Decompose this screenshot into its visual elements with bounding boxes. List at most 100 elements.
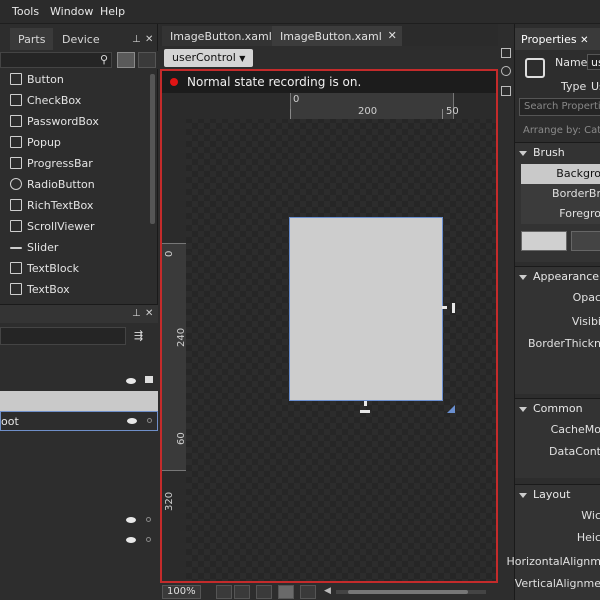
- menu-tools[interactable]: Tools: [12, 5, 39, 18]
- zoom-select[interactable]: 100%: [162, 585, 201, 599]
- asset-label: CheckBox: [27, 94, 82, 107]
- pin-icon[interactable]: ⊥: [132, 34, 141, 45]
- list-item[interactable]: ScrollViewer: [0, 216, 150, 237]
- brush-header[interactable]: Brush: [519, 146, 565, 159]
- list-item[interactable]: PasswordBox: [0, 111, 150, 132]
- list-item[interactable]: RichTextBox: [0, 195, 150, 216]
- close-icon[interactable]: ✕: [145, 34, 153, 45]
- breadcrumb[interactable]: userControl ▼: [164, 49, 254, 67]
- name-value: us: [591, 56, 600, 69]
- tab-parts[interactable]: Parts: [10, 28, 54, 50]
- grid-view-button[interactable]: [117, 52, 135, 68]
- preview-icon[interactable]: [501, 66, 511, 76]
- list-view-button[interactable]: [138, 52, 156, 68]
- ruler-label: 240: [176, 327, 187, 347]
- tab-properties[interactable]: Properties ✕: [515, 28, 600, 50]
- prop-label: HorizontalAlignm: [506, 555, 600, 568]
- sort-icon[interactable]: ⇶: [134, 329, 143, 342]
- asset-label: RichTextBox: [27, 199, 94, 212]
- anchor-handle[interactable]: [364, 401, 367, 406]
- assets-scrollbar[interactable]: [150, 74, 155, 224]
- name-field[interactable]: us: [587, 54, 600, 70]
- snap-grid-icon[interactable]: [256, 585, 272, 599]
- search-icon: ⚲: [99, 53, 108, 66]
- list-item[interactable]: Popup: [0, 132, 150, 153]
- close-icon[interactable]: ✕: [388, 29, 397, 42]
- lock-icon[interactable]: [145, 376, 153, 383]
- prop-label: Wic: [581, 509, 600, 522]
- object-label: oot: [1, 415, 19, 428]
- annotations-icon[interactable]: [300, 585, 316, 599]
- grid-icon[interactable]: [234, 585, 250, 599]
- ruler-label: 60: [176, 432, 187, 445]
- brush-row-background[interactable]: Backgro: [521, 164, 600, 184]
- layout-section: Layout Wic Heic HorizontalAlignm Vertica…: [507, 484, 600, 600]
- no-brush-button[interactable]: [521, 231, 567, 251]
- user-control-surface[interactable]: [289, 217, 443, 401]
- scrollviewer-icon: [10, 220, 22, 232]
- list-item[interactable]: Slider: [0, 237, 150, 258]
- list-item[interactable]: ProgressBar: [0, 153, 150, 174]
- brush-row-foreground[interactable]: Foregro: [521, 204, 600, 224]
- tab-imagebutton-xaml[interactable]: ImageButton.xaml ✕: [272, 26, 402, 46]
- recording-bar: Normal state recording is on.: [162, 71, 496, 93]
- anchor-handle[interactable]: [442, 306, 447, 309]
- asset-label: Button: [27, 73, 64, 86]
- resize-handle-right[interactable]: [452, 303, 455, 313]
- list-item[interactable]: TextBlock: [0, 258, 150, 279]
- layout-header[interactable]: Layout: [519, 488, 570, 501]
- horizontal-scrollbar[interactable]: [336, 590, 486, 594]
- split-view-icon[interactable]: [501, 48, 511, 58]
- properties-title: Properties: [521, 33, 577, 46]
- zoom-value: 100%: [167, 586, 196, 597]
- properties-search-input[interactable]: Search Properties: [519, 98, 600, 116]
- list-item[interactable]: TextBox: [0, 279, 150, 300]
- resize-handle-corner[interactable]: [447, 405, 455, 413]
- objects-row-selected[interactable]: [0, 391, 158, 411]
- brush-row-borderbrush[interactable]: BorderBr: [521, 184, 600, 204]
- design-canvas[interactable]: 0 200 50 0 240 60 320: [162, 93, 496, 581]
- lock-dot-icon[interactable]: [146, 517, 151, 522]
- menu-help[interactable]: Help: [100, 5, 125, 18]
- type-label: Type: [561, 80, 587, 93]
- lock-dot-icon[interactable]: [147, 418, 152, 423]
- chevron-down-icon[interactable]: [216, 585, 232, 599]
- assets-search-input[interactable]: ⚲: [0, 52, 112, 68]
- prop-label: BorderThickn: [527, 337, 600, 350]
- eye-icon[interactable]: [126, 537, 136, 543]
- scroll-thumb[interactable]: [348, 590, 468, 594]
- document-tabs: ImageButton.xaml.cs ImageButton.xaml ✕: [160, 24, 498, 46]
- close-icon[interactable]: ✕: [580, 35, 588, 46]
- list-item[interactable]: RadioButton: [0, 174, 150, 195]
- asset-label: ProgressBar: [27, 157, 93, 170]
- appearance-header[interactable]: Appearance: [519, 270, 599, 283]
- code-view-icon[interactable]: [501, 86, 511, 96]
- asset-label: TextBox: [27, 283, 70, 296]
- ruler-label: 320: [164, 491, 175, 511]
- pin-icon[interactable]: ⊥: [132, 308, 141, 319]
- list-item[interactable]: Button: [0, 69, 150, 90]
- solid-brush-button[interactable]: [571, 231, 600, 251]
- common-header[interactable]: Common: [519, 402, 583, 415]
- arrange-by-select[interactable]: Arrange by: Cate: [523, 125, 600, 136]
- menu-window[interactable]: Window: [50, 5, 93, 18]
- asset-label: TextBlock: [27, 262, 79, 275]
- lock-dot-icon[interactable]: [146, 537, 151, 542]
- section-title: Common: [533, 402, 583, 415]
- tab-device[interactable]: Device: [54, 28, 108, 50]
- objects-row-layout-root[interactable]: oot: [0, 411, 158, 431]
- list-item[interactable]: CheckBox: [0, 90, 150, 111]
- appearance-section: Appearance Opac Visibi BorderThickn: [515, 266, 600, 394]
- snap-lines-icon[interactable]: [278, 585, 294, 599]
- eye-icon[interactable]: [126, 378, 136, 384]
- scroll-left-icon[interactable]: ◀: [324, 586, 331, 596]
- close-icon[interactable]: ✕: [145, 308, 153, 319]
- eye-icon[interactable]: [127, 418, 137, 424]
- eye-icon[interactable]: [126, 517, 136, 523]
- prop-label: Heic: [576, 531, 600, 544]
- name-label: Name: [555, 56, 588, 69]
- resize-handle-bottom[interactable]: [360, 410, 370, 413]
- design-artboard: Normal state recording is on. 0 200 50 0…: [160, 69, 498, 583]
- objects-search-input[interactable]: [0, 327, 126, 345]
- ruler-tick: [442, 109, 443, 119]
